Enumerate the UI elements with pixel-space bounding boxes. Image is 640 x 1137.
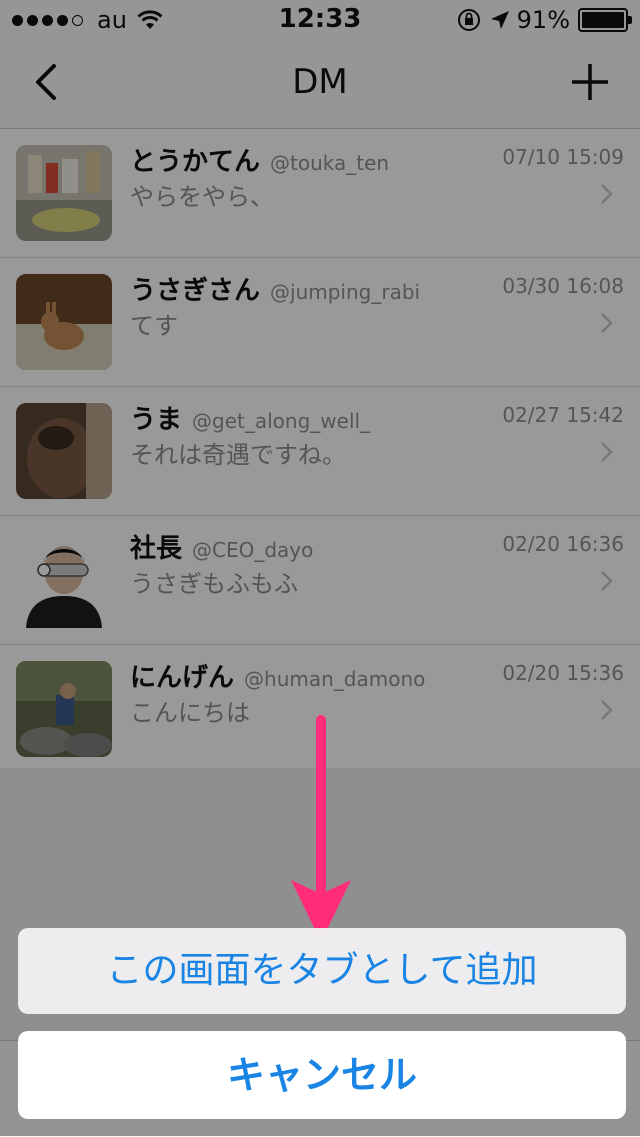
add-as-tab-button[interactable]: この画面をタブとして追加 — [18, 928, 626, 1014]
cancel-button[interactable]: キャンセル — [18, 1031, 626, 1119]
